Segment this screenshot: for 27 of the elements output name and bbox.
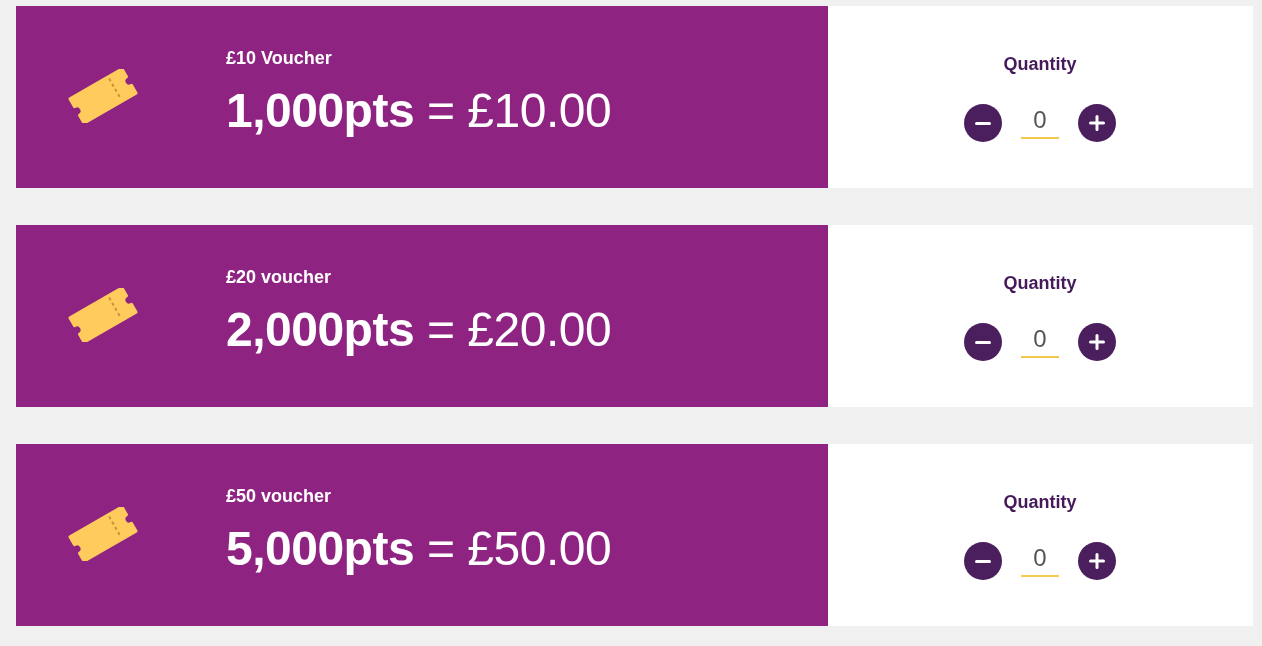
decrease-button[interactable] bbox=[964, 104, 1002, 142]
quantity-label: Quantity bbox=[1003, 272, 1077, 294]
plus-icon bbox=[1089, 334, 1105, 350]
quantity-field[interactable]: 0 bbox=[1021, 103, 1059, 139]
quantity-label: Quantity bbox=[1003, 491, 1077, 513]
ticket-icon bbox=[67, 69, 139, 123]
points-price: 1,000pts = £10.00 bbox=[226, 83, 612, 139]
quantity-label: Quantity bbox=[1003, 53, 1077, 75]
voucher-title: £50 voucher bbox=[226, 485, 333, 507]
decrease-button[interactable] bbox=[964, 542, 1002, 580]
minus-icon bbox=[975, 559, 991, 563]
voucher-title: £20 voucher bbox=[226, 266, 333, 288]
plus-icon bbox=[1089, 553, 1105, 569]
plus-icon bbox=[1089, 115, 1105, 131]
minus-icon bbox=[975, 340, 991, 344]
quantity-field[interactable]: 0 bbox=[1021, 322, 1059, 358]
points-price: 2,000pts = £20.00 bbox=[226, 302, 612, 358]
decrease-button[interactable] bbox=[964, 323, 1002, 361]
ticket-icon bbox=[67, 507, 139, 561]
quantity-field[interactable]: 0 bbox=[1021, 541, 1059, 577]
voucher-title: £10 Voucher bbox=[226, 47, 333, 69]
increase-button[interactable] bbox=[1078, 323, 1116, 361]
increase-button[interactable] bbox=[1078, 104, 1116, 142]
increase-button[interactable] bbox=[1078, 542, 1116, 580]
points-price: 5,000pts = £50.00 bbox=[226, 521, 612, 577]
ticket-icon bbox=[67, 288, 139, 342]
minus-icon bbox=[975, 121, 991, 125]
